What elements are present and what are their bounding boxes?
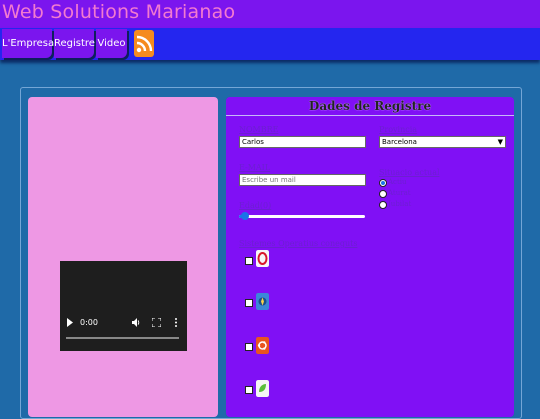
edad-slider[interactable]: [239, 212, 365, 220]
checkbox-os-3[interactable]: [245, 343, 253, 351]
leaf-icon: [256, 380, 269, 397]
video-panel: [28, 97, 218, 417]
radio-aturat-label: Aturat: [388, 189, 411, 197]
checkbox-os-1[interactable]: [245, 257, 253, 265]
rss-icon[interactable]: [134, 30, 154, 57]
fullscreen-icon[interactable]: [152, 318, 161, 327]
more-options-icon[interactable]: [174, 318, 178, 327]
email-label: E-MAIL: [239, 163, 271, 172]
radio-actiu-label: Actiu: [388, 178, 407, 186]
edad-slider-thumb[interactable]: [241, 212, 249, 220]
nombre-label: NOMBRE: [239, 125, 279, 134]
opera-icon: [256, 250, 269, 267]
video-time: 0:00: [80, 318, 98, 327]
nav-registre[interactable]: Registre: [54, 29, 95, 58]
nombre-field[interactable]: Carlos: [239, 136, 366, 148]
video-player[interactable]: 0:00: [60, 261, 187, 351]
provincia-select[interactable]: Barcelona ▼: [379, 136, 506, 148]
pinwheel-icon: [256, 293, 269, 310]
radio-jubilat-label: Jubilat: [388, 200, 412, 208]
ubuntu-icon: [256, 337, 269, 354]
checkbox-os-2[interactable]: [245, 299, 253, 307]
volume-icon[interactable]: [132, 318, 141, 327]
nav-video[interactable]: Video: [96, 29, 127, 58]
radio-jubilat[interactable]: [379, 201, 387, 209]
navbar: L'Empresa Registre Video: [0, 28, 540, 60]
provincia-selected: Barcelona: [382, 138, 417, 146]
sistemes-label: Sistemes Operatius coneguts: [239, 239, 358, 248]
site-header: Web Solutions Marianao: [0, 0, 540, 28]
nav-empresa[interactable]: L'Empresa: [2, 29, 54, 58]
email-field[interactable]: Escribe un mail: [239, 174, 366, 186]
play-icon[interactable]: [66, 318, 74, 327]
situacio-label: Situacio actual: [379, 168, 440, 177]
provincia-label: Provincia: [379, 125, 418, 134]
edad-label: Edad(0): [239, 201, 272, 210]
form-divider: [226, 115, 514, 116]
chevron-down-icon: ▼: [497, 138, 503, 146]
checkbox-os-4[interactable]: [245, 386, 253, 394]
radio-actiu[interactable]: [379, 179, 387, 187]
site-title: Web Solutions Marianao: [2, 1, 236, 23]
video-progress-bar[interactable]: [66, 337, 179, 339]
form-title: Dades de Registre: [308, 99, 432, 113]
radio-aturat[interactable]: [379, 190, 387, 198]
